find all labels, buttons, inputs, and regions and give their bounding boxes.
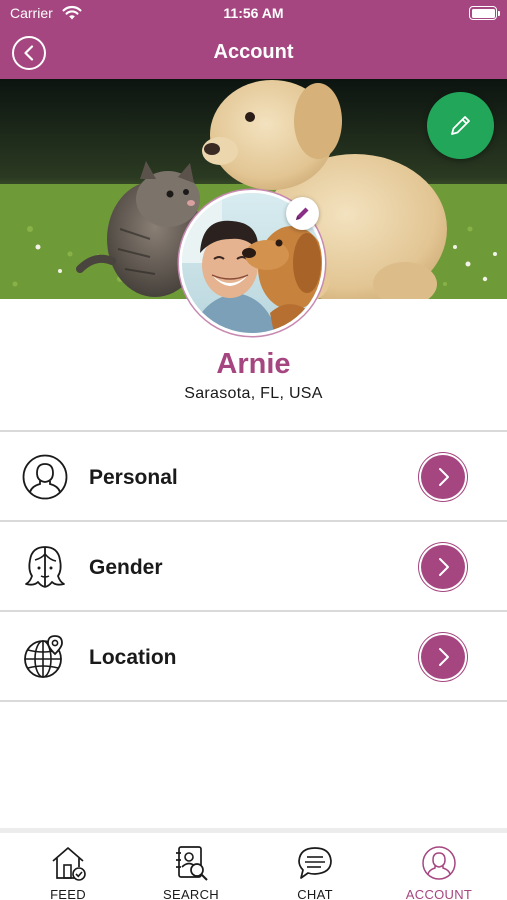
pencil-icon xyxy=(296,207,309,220)
tab-search[interactable]: SEARCH xyxy=(141,845,241,900)
chevron-button[interactable] xyxy=(419,633,467,681)
chevron-right-icon xyxy=(439,558,449,576)
tab-label: CHAT xyxy=(297,887,333,900)
edit-avatar-button[interactable] xyxy=(286,197,319,230)
tab-feed[interactable]: FEED xyxy=(18,845,118,900)
menu-item-label: Personal xyxy=(89,466,178,489)
status-bar: Carrier 11:56 AM xyxy=(0,0,507,28)
chevron-button[interactable] xyxy=(419,453,467,501)
tab-bar: FEED SEARCH CHAT ACCOUNT xyxy=(0,828,507,900)
account-menu: Personal Gender Location xyxy=(0,430,507,702)
tab-chat[interactable]: CHAT xyxy=(265,845,365,900)
gender-face-icon xyxy=(25,546,65,588)
battery-icon xyxy=(469,6,500,20)
globe-pin-icon xyxy=(24,635,63,678)
chevron-right-icon xyxy=(439,468,449,486)
clock: 11:56 AM xyxy=(223,5,284,21)
pencil-icon xyxy=(451,116,470,135)
tab-label: FEED xyxy=(50,887,86,900)
home-check-icon xyxy=(52,847,86,881)
menu-item-personal[interactable]: Personal xyxy=(0,432,507,520)
tab-label: ACCOUNT xyxy=(405,887,473,900)
profile-name: Arnie xyxy=(216,348,291,380)
chevron-right-icon xyxy=(439,648,449,666)
menu-item-label: Location xyxy=(89,646,177,669)
tab-account[interactable]: ACCOUNT xyxy=(389,845,489,900)
menu-item-gender[interactable]: Gender xyxy=(0,522,507,610)
chat-bubble-icon xyxy=(298,847,332,879)
tab-label: SEARCH xyxy=(163,887,219,900)
edit-cover-button[interactable] xyxy=(427,92,494,159)
account-circle-icon xyxy=(422,846,456,880)
chevron-button[interactable] xyxy=(419,543,467,591)
menu-item-label: Gender xyxy=(89,556,163,579)
page-title: Account xyxy=(213,41,294,63)
menu-item-location[interactable]: Location xyxy=(0,612,507,700)
app-header: Carrier 11:56 AM Account xyxy=(0,0,507,79)
person-outline-icon xyxy=(22,454,68,500)
divider xyxy=(0,700,507,702)
contacts-search-icon xyxy=(176,846,208,881)
profile-location: Sarasota, FL, USA xyxy=(184,385,323,402)
